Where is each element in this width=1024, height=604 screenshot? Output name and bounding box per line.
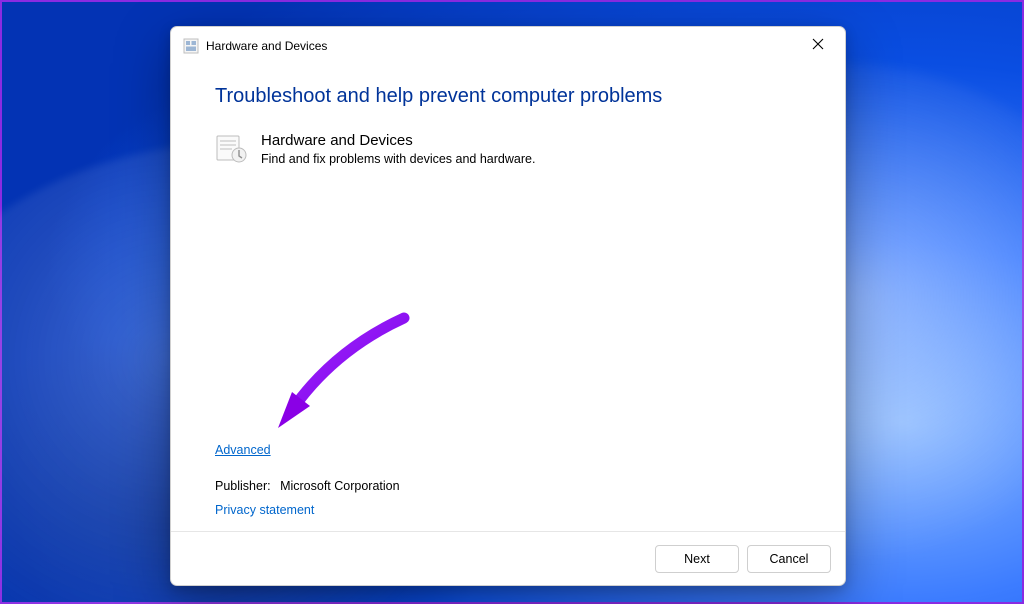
publisher-value: Microsoft Corporation: [280, 479, 400, 493]
troubleshooter-icon: [215, 132, 247, 164]
dialog-icon: [183, 38, 199, 54]
publisher-row: Publisher: Microsoft Corporation: [215, 479, 400, 493]
troubleshooter-description: Find and fix problems with devices and h…: [261, 152, 535, 166]
troubleshooter-title: Hardware and Devices: [261, 132, 535, 150]
troubleshooter-text: Hardware and Devices Find and fix proble…: [261, 132, 535, 166]
troubleshooter-row: Hardware and Devices Find and fix proble…: [215, 132, 801, 166]
titlebar: Hardware and Devices: [171, 27, 845, 65]
publisher-label: Publisher:: [215, 479, 271, 493]
lower-section: Advanced Publisher: Microsoft Corporatio…: [215, 441, 400, 519]
close-icon: [812, 38, 824, 50]
main-heading: Troubleshoot and help prevent computer p…: [215, 85, 801, 108]
window-title: Hardware and Devices: [206, 39, 327, 53]
privacy-statement-link[interactable]: Privacy statement: [215, 503, 314, 517]
troubleshooter-dialog: Hardware and Devices Troubleshoot and he…: [170, 26, 846, 586]
dialog-footer: Next Cancel: [171, 531, 845, 585]
dialog-content: Troubleshoot and help prevent computer p…: [171, 65, 845, 531]
advanced-link[interactable]: Advanced: [215, 443, 271, 457]
next-button[interactable]: Next: [655, 545, 739, 573]
close-button[interactable]: [795, 28, 841, 60]
cancel-button[interactable]: Cancel: [747, 545, 831, 573]
